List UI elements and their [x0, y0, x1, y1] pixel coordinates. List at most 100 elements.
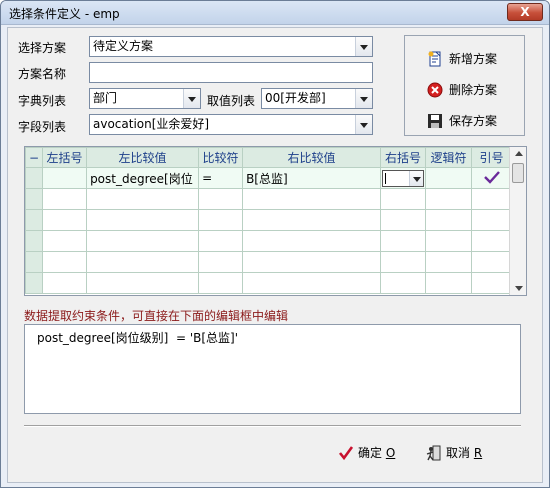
col-left-paren[interactable]: 左括号: [42, 147, 88, 168]
logic-cell[interactable]: [425, 272, 473, 294]
left-paren-cell[interactable]: [42, 167, 88, 189]
quote-cell[interactable]: [471, 188, 513, 210]
row-indicator-header[interactable]: −: [25, 147, 44, 168]
right-value-cell[interactable]: [242, 209, 382, 231]
cancel-button[interactable]: 取消 R: [426, 442, 488, 464]
scroll-up-icon[interactable]: [515, 151, 523, 156]
table-row[interactable]: [25, 188, 513, 210]
close-button[interactable]: X: [507, 3, 543, 21]
table-row[interactable]: [25, 251, 513, 273]
left-paren-cell[interactable]: [42, 209, 88, 231]
right-paren-cell[interactable]: [380, 188, 427, 210]
dict-select-value: 部门: [93, 91, 118, 105]
scheme-actions-group: 新增方案 删除方案 保存方案: [404, 35, 525, 136]
right-value-cell[interactable]: B[总监]: [242, 167, 382, 189]
quote-cell[interactable]: [471, 167, 513, 189]
row-indicator[interactable]: [25, 272, 44, 294]
quote-cell[interactable]: [471, 251, 513, 273]
left-paren-cell[interactable]: [42, 272, 88, 294]
save-scheme-button[interactable]: 保存方案: [427, 110, 523, 132]
ok-button[interactable]: 确定 O: [338, 442, 400, 464]
table-row[interactable]: [25, 272, 513, 294]
right-paren-cell[interactable]: [380, 272, 427, 294]
right-paren-dropdown[interactable]: [382, 170, 425, 187]
left-value-cell[interactable]: post_degree[岗位: [86, 167, 200, 189]
value-list-select[interactable]: 00[开发部]: [261, 88, 373, 109]
add-scheme-button[interactable]: 新增方案: [427, 48, 523, 70]
left-value-cell[interactable]: [86, 251, 200, 273]
row-indicator[interactable]: [25, 188, 44, 210]
quote-cell[interactable]: [471, 230, 513, 252]
dict-select[interactable]: 部门: [89, 88, 201, 109]
logic-cell[interactable]: [425, 230, 473, 252]
window-title: 选择条件定义 - emp: [9, 7, 120, 21]
col-quote[interactable]: 引号: [471, 147, 513, 168]
title-bar[interactable]: 选择条件定义 - emp X: [1, 1, 549, 25]
right-value-cell[interactable]: [242, 188, 382, 210]
quote-cell[interactable]: [471, 272, 513, 294]
col-operator[interactable]: 比较符: [198, 147, 244, 168]
scheme-name-label: 方案名称: [18, 67, 67, 81]
right-paren-cell[interactable]: [380, 251, 427, 273]
right-paren-cell[interactable]: [380, 209, 427, 231]
value-list-select-value: 00[开发部]: [265, 91, 326, 105]
scheme-name-input[interactable]: [89, 62, 373, 83]
save-scheme-label: 保存方案: [449, 114, 498, 128]
dialog-window: 选择条件定义 - emp X 选择方案 待定义方案 方案名称 字典列表 部门 取…: [0, 0, 550, 488]
field-list-select[interactable]: avocation[业余爱好]: [89, 114, 373, 135]
col-left-value[interactable]: 左比较值: [86, 147, 200, 168]
row-indicator[interactable]: [25, 251, 44, 273]
chevron-down-icon[interactable]: [409, 171, 424, 186]
table-row[interactable]: [25, 209, 513, 231]
condition-editor[interactable]: post_degree[岗位级别] = 'B[总监]': [24, 324, 521, 414]
col-right-paren[interactable]: 右括号: [380, 147, 427, 168]
ok-shortcut-key: O: [385, 446, 396, 460]
logic-cell[interactable]: [425, 251, 473, 273]
chevron-down-icon[interactable]: [355, 115, 372, 134]
delete-scheme-button[interactable]: 删除方案: [427, 79, 523, 101]
table-row[interactable]: [25, 230, 513, 252]
grid-vertical-scrollbar[interactable]: [509, 147, 526, 295]
operator-cell[interactable]: =: [198, 167, 244, 189]
quote-cell[interactable]: [471, 209, 513, 231]
row-indicator[interactable]: [25, 230, 44, 252]
save-disk-icon: [428, 114, 442, 128]
logic-cell[interactable]: [425, 167, 473, 189]
right-value-cell[interactable]: [242, 230, 382, 252]
operator-cell[interactable]: [198, 188, 244, 210]
left-paren-cell[interactable]: [42, 251, 88, 273]
divider: [24, 425, 521, 427]
chevron-down-icon[interactable]: [355, 37, 372, 56]
logic-cell[interactable]: [425, 188, 473, 210]
field-list-label: 字段列表: [18, 120, 67, 134]
add-scheme-label: 新增方案: [449, 52, 498, 66]
operator-cell[interactable]: [198, 209, 244, 231]
col-logic[interactable]: 逻辑符: [425, 147, 473, 168]
logic-cell[interactable]: [425, 209, 473, 231]
scroll-down-icon[interactable]: [515, 286, 523, 291]
right-paren-cell[interactable]: [380, 230, 427, 252]
table-row[interactable]: post_degree[岗位 = B[总监]: [25, 167, 513, 189]
row-indicator[interactable]: [25, 167, 44, 189]
operator-cell[interactable]: [198, 251, 244, 273]
right-paren-cell[interactable]: [380, 167, 427, 189]
checkmark-icon[interactable]: [483, 170, 501, 184]
left-paren-cell[interactable]: [42, 188, 88, 210]
left-value-cell[interactable]: [86, 272, 200, 294]
condition-grid: − 左括号 左比较值 比较符 右比较值 右括号 逻辑符 引号 post_degr…: [24, 146, 527, 296]
left-value-cell[interactable]: [86, 188, 200, 210]
chevron-down-icon[interactable]: [355, 89, 372, 108]
scheme-select[interactable]: 待定义方案: [89, 36, 373, 57]
operator-cell[interactable]: [198, 272, 244, 294]
left-value-cell[interactable]: [86, 230, 200, 252]
col-right-value[interactable]: 右比较值: [242, 147, 382, 168]
right-value-cell[interactable]: [242, 251, 382, 273]
left-value-cell[interactable]: [86, 209, 200, 231]
right-value-cell[interactable]: [242, 272, 382, 294]
constraint-hint: 数据提取约束条件，可直接在下面的编辑框中编辑: [24, 309, 289, 323]
scroll-thumb[interactable]: [512, 163, 524, 183]
operator-cell[interactable]: [198, 230, 244, 252]
chevron-down-icon[interactable]: [183, 89, 200, 108]
row-indicator[interactable]: [25, 209, 44, 231]
left-paren-cell[interactable]: [42, 230, 88, 252]
